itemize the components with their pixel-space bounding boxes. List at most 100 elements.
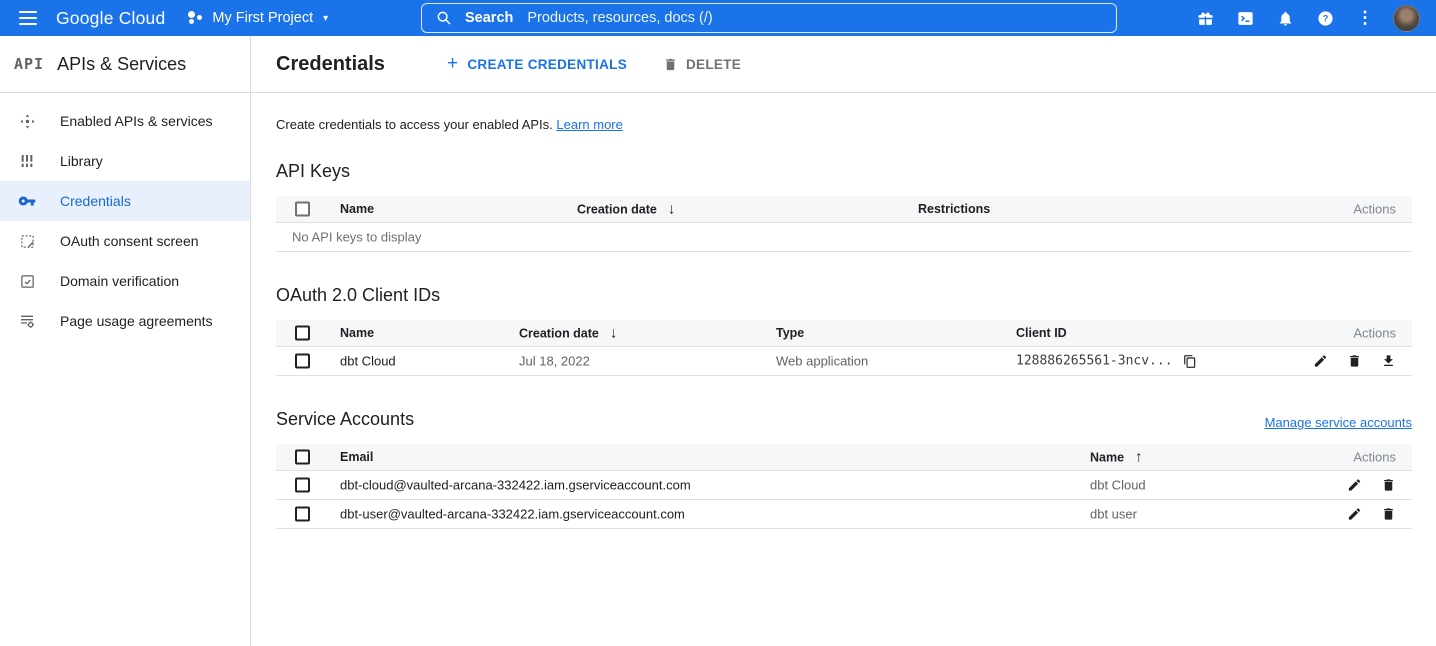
sort-desc-icon: ↓ [610, 325, 618, 342]
enabled-apis-icon [18, 112, 36, 130]
column-header-restrictions[interactable]: Restrictions [918, 202, 990, 216]
oauth-clients-table: Name Creation date↓ Type Client ID Actio… [276, 320, 1412, 376]
search-placeholder: Products, resources, docs (/) [527, 10, 712, 26]
download-icon[interactable] [1381, 354, 1396, 369]
column-header-actions: Actions [1353, 450, 1396, 465]
delete-icon[interactable] [1381, 507, 1396, 522]
select-all-checkbox[interactable] [295, 202, 310, 217]
plus-icon: + [447, 53, 458, 75]
domain-verification-icon [18, 272, 36, 290]
column-header-creation-date[interactable]: Creation date↓ [577, 201, 675, 218]
delete-icon[interactable] [1381, 478, 1396, 493]
api-keys-heading: API Keys [276, 161, 1412, 182]
empty-state-text: No API keys to display [292, 230, 421, 245]
copy-icon[interactable] [1183, 354, 1197, 368]
delete-icon[interactable] [1347, 354, 1362, 369]
api-keys-empty-row: No API keys to display [276, 223, 1412, 252]
service-account-email: dbt-user@vaulted-arcana-332422.iam.gserv… [340, 507, 685, 522]
service-accounts-heading: Service Accounts [276, 409, 414, 430]
service-account-name: dbt Cloud [1090, 478, 1146, 493]
column-header-client-id[interactable]: Client ID [1016, 326, 1067, 340]
help-icon[interactable]: ? [1305, 0, 1345, 36]
table-row: dbt Cloud Jul 18, 2022 Web application 1… [276, 347, 1412, 376]
google-cloud-logo[interactable]: Google Cloud [56, 8, 165, 29]
library-icon [18, 152, 36, 170]
main-content: Credentials + CREATE CREDENTIALS DELETE … [251, 36, 1436, 646]
row-checkbox[interactable] [295, 354, 310, 369]
sidebar-item-domain-verification[interactable]: Domain verification [0, 261, 250, 301]
create-credentials-button[interactable]: + CREATE CREDENTIALS [447, 53, 627, 75]
table-row: dbt-user@vaulted-arcana-332422.iam.gserv… [276, 500, 1412, 529]
search-input[interactable]: Search Products, resources, docs (/) [421, 3, 1117, 33]
search-icon [436, 10, 452, 26]
select-all-checkbox[interactable] [295, 326, 310, 341]
project-selector[interactable]: My First Project ▾ [187, 10, 328, 26]
edit-icon[interactable] [1347, 478, 1362, 493]
sidebar-item-enabled-apis[interactable]: Enabled APIs & services [0, 101, 250, 141]
sidebar-item-library[interactable]: Library [0, 141, 250, 181]
select-all-checkbox[interactable] [295, 450, 310, 465]
oauth-header-row: Name Creation date↓ Type Client ID Actio… [276, 320, 1412, 347]
sidebar-item-label: Page usage agreements [60, 313, 213, 329]
api-keys-header-row: Name Creation date↓ Restrictions Actions [276, 196, 1412, 223]
cloud-shell-icon[interactable] [1225, 0, 1265, 36]
api-logo: API [14, 55, 44, 73]
oauth-consent-icon [18, 232, 36, 250]
edit-icon[interactable] [1347, 507, 1362, 522]
project-name: My First Project [212, 10, 313, 26]
service-accounts-table: Email Name↑ Actions dbt-cloud@vaulted-ar… [276, 444, 1412, 529]
column-header-type[interactable]: Type [776, 326, 804, 340]
sidebar-header: API APIs & Services [0, 36, 250, 93]
sort-desc-icon: ↓ [668, 201, 676, 218]
table-row: dbt-cloud@vaulted-arcana-332422.iam.gser… [276, 471, 1412, 500]
column-header-name[interactable]: Name [340, 326, 374, 340]
intro-text: Create credentials to access your enable… [276, 117, 1412, 132]
row-checkbox[interactable] [295, 507, 310, 522]
overflow-icon[interactable]: ⋮ [1345, 0, 1385, 36]
sidebar-item-label: Domain verification [60, 273, 179, 289]
column-header-email[interactable]: Email [340, 450, 373, 464]
sidebar-item-credentials[interactable]: Credentials [0, 181, 250, 221]
delete-button[interactable]: DELETE [663, 57, 741, 72]
sidebar-title: APIs & Services [57, 54, 186, 75]
trash-icon [663, 57, 678, 72]
column-header-actions: Actions [1353, 326, 1396, 341]
edit-icon[interactable] [1313, 354, 1328, 369]
sidebar-item-page-usage[interactable]: Page usage agreements [0, 301, 250, 341]
manage-service-accounts-link[interactable]: Manage service accounts [1265, 415, 1412, 430]
sidebar-item-label: Enabled APIs & services [60, 113, 213, 129]
sidebar-item-label: Credentials [60, 193, 131, 209]
client-type: Web application [776, 354, 868, 369]
sidebar-item-label: OAuth consent screen [60, 233, 199, 249]
page-title: Credentials [276, 53, 385, 76]
client-id-value: 128886265561-3ncv... [1016, 354, 1173, 369]
column-header-actions: Actions [1353, 202, 1396, 217]
api-keys-table: Name Creation date↓ Restrictions Actions… [276, 196, 1412, 252]
chevron-down-icon: ▾ [323, 13, 328, 24]
page-header: Credentials + CREATE CREDENTIALS DELETE [251, 36, 1436, 93]
notifications-icon[interactable] [1265, 0, 1305, 36]
sort-asc-icon: ↑ [1135, 449, 1143, 466]
search-label: Search [465, 10, 513, 26]
oauth-clients-heading: OAuth 2.0 Client IDs [276, 285, 1412, 306]
service-accounts-header-row: Email Name↑ Actions [276, 444, 1412, 471]
key-icon [18, 192, 36, 210]
gift-icon[interactable] [1185, 0, 1225, 36]
client-name: dbt Cloud [340, 354, 396, 369]
svg-text:?: ? [1322, 13, 1328, 23]
learn-more-link[interactable]: Learn more [556, 117, 622, 132]
sidebar-item-label: Library [60, 153, 103, 169]
topbar: Google Cloud My First Project ▾ Search P… [0, 0, 1436, 36]
service-account-name: dbt user [1090, 507, 1137, 522]
column-header-name[interactable]: Name [340, 202, 374, 216]
page-usage-icon [18, 312, 36, 330]
sidebar-nav: Enabled APIs & services Library Crede [0, 93, 250, 341]
column-header-name[interactable]: Name↑ [1090, 449, 1143, 466]
service-account-email: dbt-cloud@vaulted-arcana-332422.iam.gser… [340, 478, 691, 493]
column-header-creation-date[interactable]: Creation date↓ [519, 325, 617, 342]
menu-icon[interactable] [0, 0, 56, 36]
project-icon [187, 10, 203, 26]
avatar[interactable] [1393, 5, 1420, 32]
sidebar-item-oauth-consent[interactable]: OAuth consent screen [0, 221, 250, 261]
row-checkbox[interactable] [295, 478, 310, 493]
